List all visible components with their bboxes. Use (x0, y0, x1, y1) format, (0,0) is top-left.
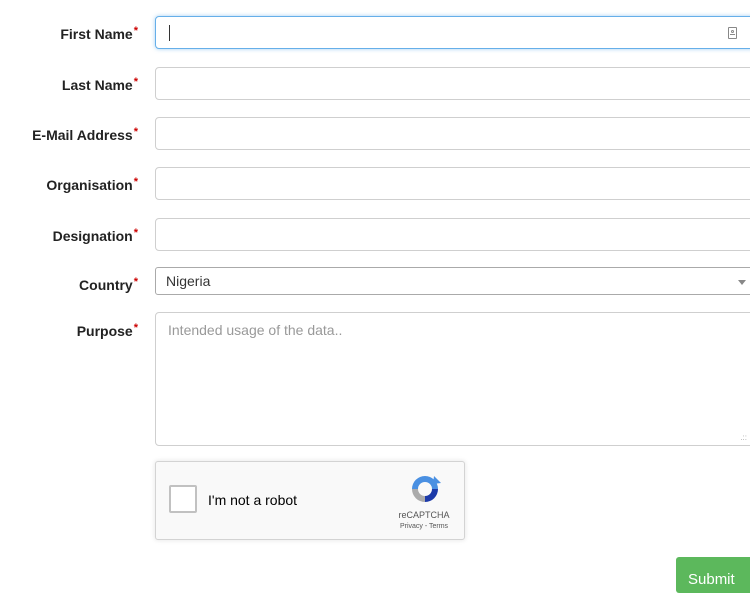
contact-card-icon[interactable] (728, 27, 737, 39)
recaptcha-widget: I'm not a robot reCAPTCHA Privacy - Term… (155, 461, 465, 540)
country-selected-value: Nigeria (166, 273, 211, 289)
recaptcha-label: I'm not a robot (208, 492, 298, 508)
organisation-input[interactable] (155, 167, 750, 200)
recaptcha-brand: reCAPTCHA (398, 510, 450, 520)
recaptcha-privacy-terms-link[interactable]: Privacy - Terms (394, 523, 454, 530)
purpose-placeholder: Intended usage of the data.. (168, 322, 343, 338)
resize-handle-icon[interactable]: .:: (740, 434, 747, 442)
last-name-label: Last Name* (61, 76, 138, 93)
recaptcha-logo-icon (412, 476, 441, 502)
email-label: E-Mail Address* (32, 126, 138, 143)
last-name-input[interactable] (155, 67, 750, 100)
designation-label: Designation* (52, 227, 138, 244)
required-marker: * (133, 25, 138, 37)
organisation-label: Organisation* (46, 176, 138, 193)
first-name-label: First Name* (60, 25, 138, 42)
recaptcha-checkbox[interactable] (169, 485, 197, 513)
text-caret (169, 25, 170, 41)
purpose-label: Purpose* (76, 322, 138, 339)
country-select[interactable]: Nigeria (155, 267, 750, 295)
dropdown-arrow-icon[interactable] (738, 280, 746, 285)
required-marker: * (133, 276, 138, 288)
required-marker: * (133, 76, 138, 88)
email-input[interactable] (155, 117, 750, 150)
country-label: Country* (79, 276, 138, 293)
designation-input[interactable] (155, 218, 750, 251)
required-marker: * (133, 322, 138, 334)
first-name-input[interactable] (155, 16, 750, 49)
required-marker: * (133, 126, 138, 138)
purpose-textarea[interactable]: Intended usage of the data.. .:: (155, 312, 750, 446)
required-marker: * (133, 227, 138, 239)
submit-button[interactable]: Submit (676, 557, 750, 593)
required-marker: * (133, 176, 138, 188)
